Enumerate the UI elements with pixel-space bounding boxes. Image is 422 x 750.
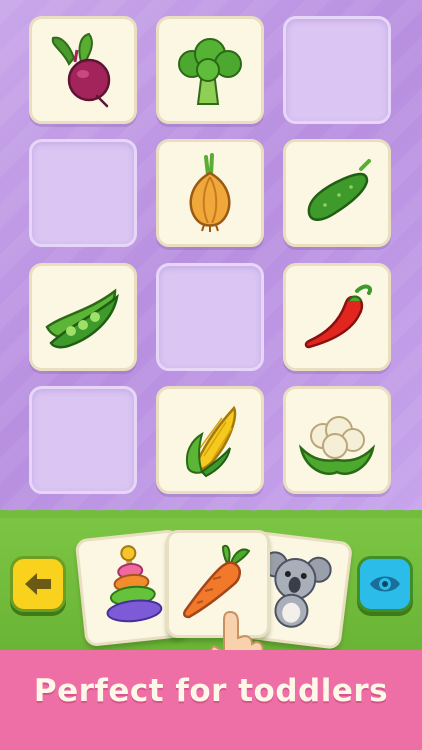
- peas-icon: [45, 288, 119, 349]
- card-empty-slot[interactable]: [29, 139, 137, 247]
- banner-title: Perfect for toddlers: [33, 673, 389, 709]
- card-onion[interactable]: [156, 139, 264, 247]
- show-cards-button[interactable]: [357, 556, 413, 612]
- card-empty-slot[interactable]: [29, 386, 137, 494]
- eye-icon: [370, 576, 400, 592]
- cucumber-icon: [307, 159, 371, 221]
- corn-icon: [186, 405, 237, 478]
- card-empty-slot[interactable]: [283, 16, 391, 124]
- card-empty-slot[interactable]: [156, 263, 264, 371]
- broccoli-icon: [178, 38, 242, 105]
- card-cauliflower[interactable]: [283, 386, 391, 494]
- cauliflower-icon: [298, 416, 376, 475]
- arrow-left-icon: [25, 573, 51, 595]
- back-button[interactable]: [10, 556, 66, 612]
- chili-pepper-icon: [304, 284, 372, 349]
- card-peas[interactable]: [29, 263, 137, 371]
- card-cucumber[interactable]: [283, 139, 391, 247]
- pyramid-toy-icon: [106, 545, 163, 623]
- card-chili-pepper[interactable]: [283, 263, 391, 371]
- card-beet[interactable]: [29, 16, 137, 124]
- card-broccoli[interactable]: [156, 16, 264, 124]
- onion-icon: [189, 153, 231, 232]
- beet-icon: [51, 32, 111, 108]
- card-corn[interactable]: [156, 386, 264, 494]
